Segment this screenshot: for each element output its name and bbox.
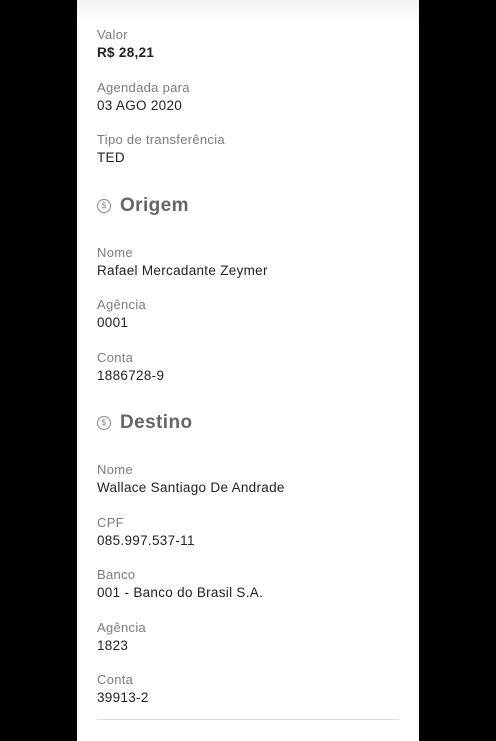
destino-conta-label: Conta xyxy=(97,672,134,687)
destino-conta-value: 39913-2 xyxy=(97,690,149,705)
destino-agencia-value: 1823 xyxy=(97,637,129,653)
destino-agencia-label: Agência xyxy=(97,619,147,635)
dollar-coin-icon: $ xyxy=(97,198,111,213)
destino-nome-value: Wallace Santiago De Andrade xyxy=(97,480,285,495)
origem-nome-label: Nome xyxy=(97,244,133,260)
tipo-label: Tipo de transferência xyxy=(97,132,225,147)
agendada-value: 03 AGO 2020 xyxy=(97,97,183,113)
destino-banco-label: Banco xyxy=(97,567,136,582)
destino-agencia-field: Agência 1823 xyxy=(97,619,399,672)
tipo-value: TED xyxy=(97,150,125,165)
origem-conta-value: 1886728-9 xyxy=(97,367,165,383)
agendada-field: Agendada para 03 AGO 2020 xyxy=(97,79,399,132)
dollar-coin-icon: $ xyxy=(97,416,111,430)
destino-cpf-value: 085.997.537-11 xyxy=(97,532,195,548)
destino-banco-value: 001 - Banco do Brasil S.A. xyxy=(97,585,264,600)
origem-conta-label: Conta xyxy=(97,349,134,365)
destino-conta-field: Conta 39913-2 xyxy=(97,671,399,724)
valor-value: R$ 28,21 xyxy=(97,45,155,60)
destino-section-header: $ Destino xyxy=(97,393,399,453)
origem-agencia-value: 0001 xyxy=(97,315,129,330)
valor-field: Valor R$ 28,21 xyxy=(97,26,399,79)
origem-agencia-label: Agência xyxy=(97,297,147,312)
origem-section-header: $ Origem xyxy=(97,176,399,236)
destino-nome-label: Nome xyxy=(97,462,133,477)
destino-cpf-label: CPF xyxy=(97,514,124,530)
origem-agencia-field: Agência 0001 xyxy=(97,296,399,349)
receipt-page: Valor R$ 28,21 Agendada para 03 AGO 2020… xyxy=(77,0,419,741)
top-shadow xyxy=(77,0,419,26)
agendada-label: Agendada para xyxy=(97,79,190,95)
origem-title: Origem xyxy=(120,194,189,216)
destino-cpf-field: CPF 085.997.537-11 xyxy=(97,514,399,567)
destino-nome-field: Nome Wallace Santiago De Andrade xyxy=(97,461,399,514)
destino-title: Destino xyxy=(120,412,193,433)
valor-label: Valor xyxy=(97,27,128,42)
origem-nome-field: Nome Rafael Mercadante Zeymer xyxy=(97,244,399,297)
receipt-content: Valor R$ 28,21 Agendada para 03 AGO 2020… xyxy=(97,26,399,724)
destino-banco-field: Banco 001 - Banco do Brasil S.A. xyxy=(97,566,399,619)
origem-nome-value: Rafael Mercadante Zeymer xyxy=(97,262,268,278)
bottom-divider xyxy=(97,719,399,720)
